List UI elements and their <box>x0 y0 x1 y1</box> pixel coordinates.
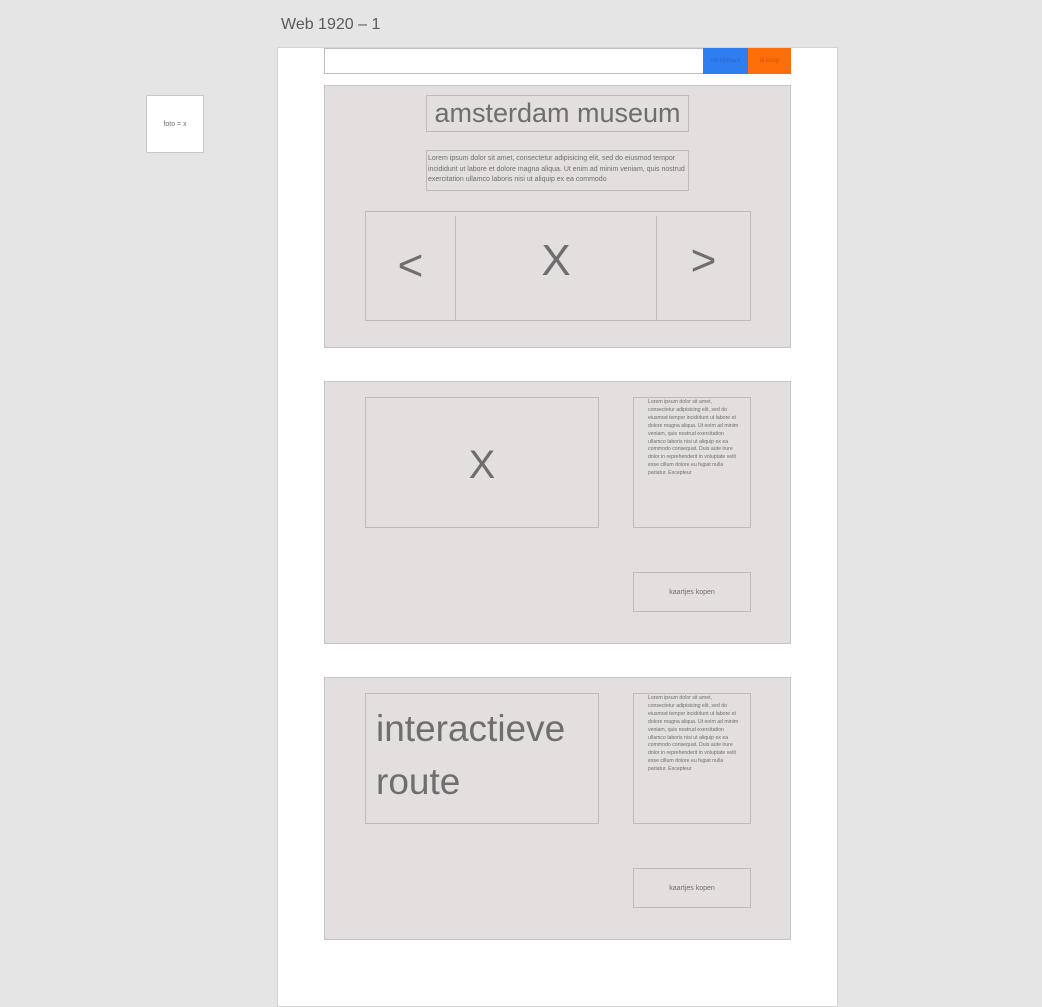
search-input[interactable] <box>324 48 704 74</box>
page-title: amsterdam museum <box>426 95 689 132</box>
blue-button[interactable]: zie klikbare <box>703 48 748 74</box>
artboard-title: Web 1920 – 1 <box>281 16 381 33</box>
carousel-image-placeholder: X <box>541 236 571 285</box>
image-placeholder-x: X <box>468 443 496 487</box>
buy-tickets-button[interactable]: kaartjes kopen <box>633 868 751 908</box>
orange-button-label: el knop <box>759 58 780 64</box>
image-carousel: < X > <box>365 211 751 321</box>
exhibit-text: Lorem ipsum dolor sit amet, consectetur … <box>633 397 751 528</box>
route-image-placeholder: interactieve route <box>365 693 599 824</box>
route-title: interactieve route <box>376 708 566 802</box>
legend-note: foto = x <box>146 95 204 153</box>
blue-button-label: zie klikbare <box>710 58 741 64</box>
exhibit-section: X Lorem ipsum dolor sit amet, consectetu… <box>324 381 791 644</box>
legend-label: foto = x <box>163 120 187 128</box>
route-section: interactieve route Lorem ipsum dolor sit… <box>324 677 791 940</box>
carousel-prev-button[interactable]: < <box>366 212 455 320</box>
hero-section: amsterdam museum Lorem ipsum dolor sit a… <box>324 85 791 348</box>
orange-button[interactable]: el knop <box>748 48 791 74</box>
buy-tickets-button[interactable]: kaartjes kopen <box>633 572 751 612</box>
image-placeholder: X <box>365 397 599 528</box>
route-text: Lorem ipsum dolor sit amet, consectetur … <box>633 693 751 824</box>
hero-text: Lorem ipsum dolor sit amet, consectetur … <box>426 150 689 191</box>
carousel-next-button[interactable]: > <box>657 212 750 310</box>
